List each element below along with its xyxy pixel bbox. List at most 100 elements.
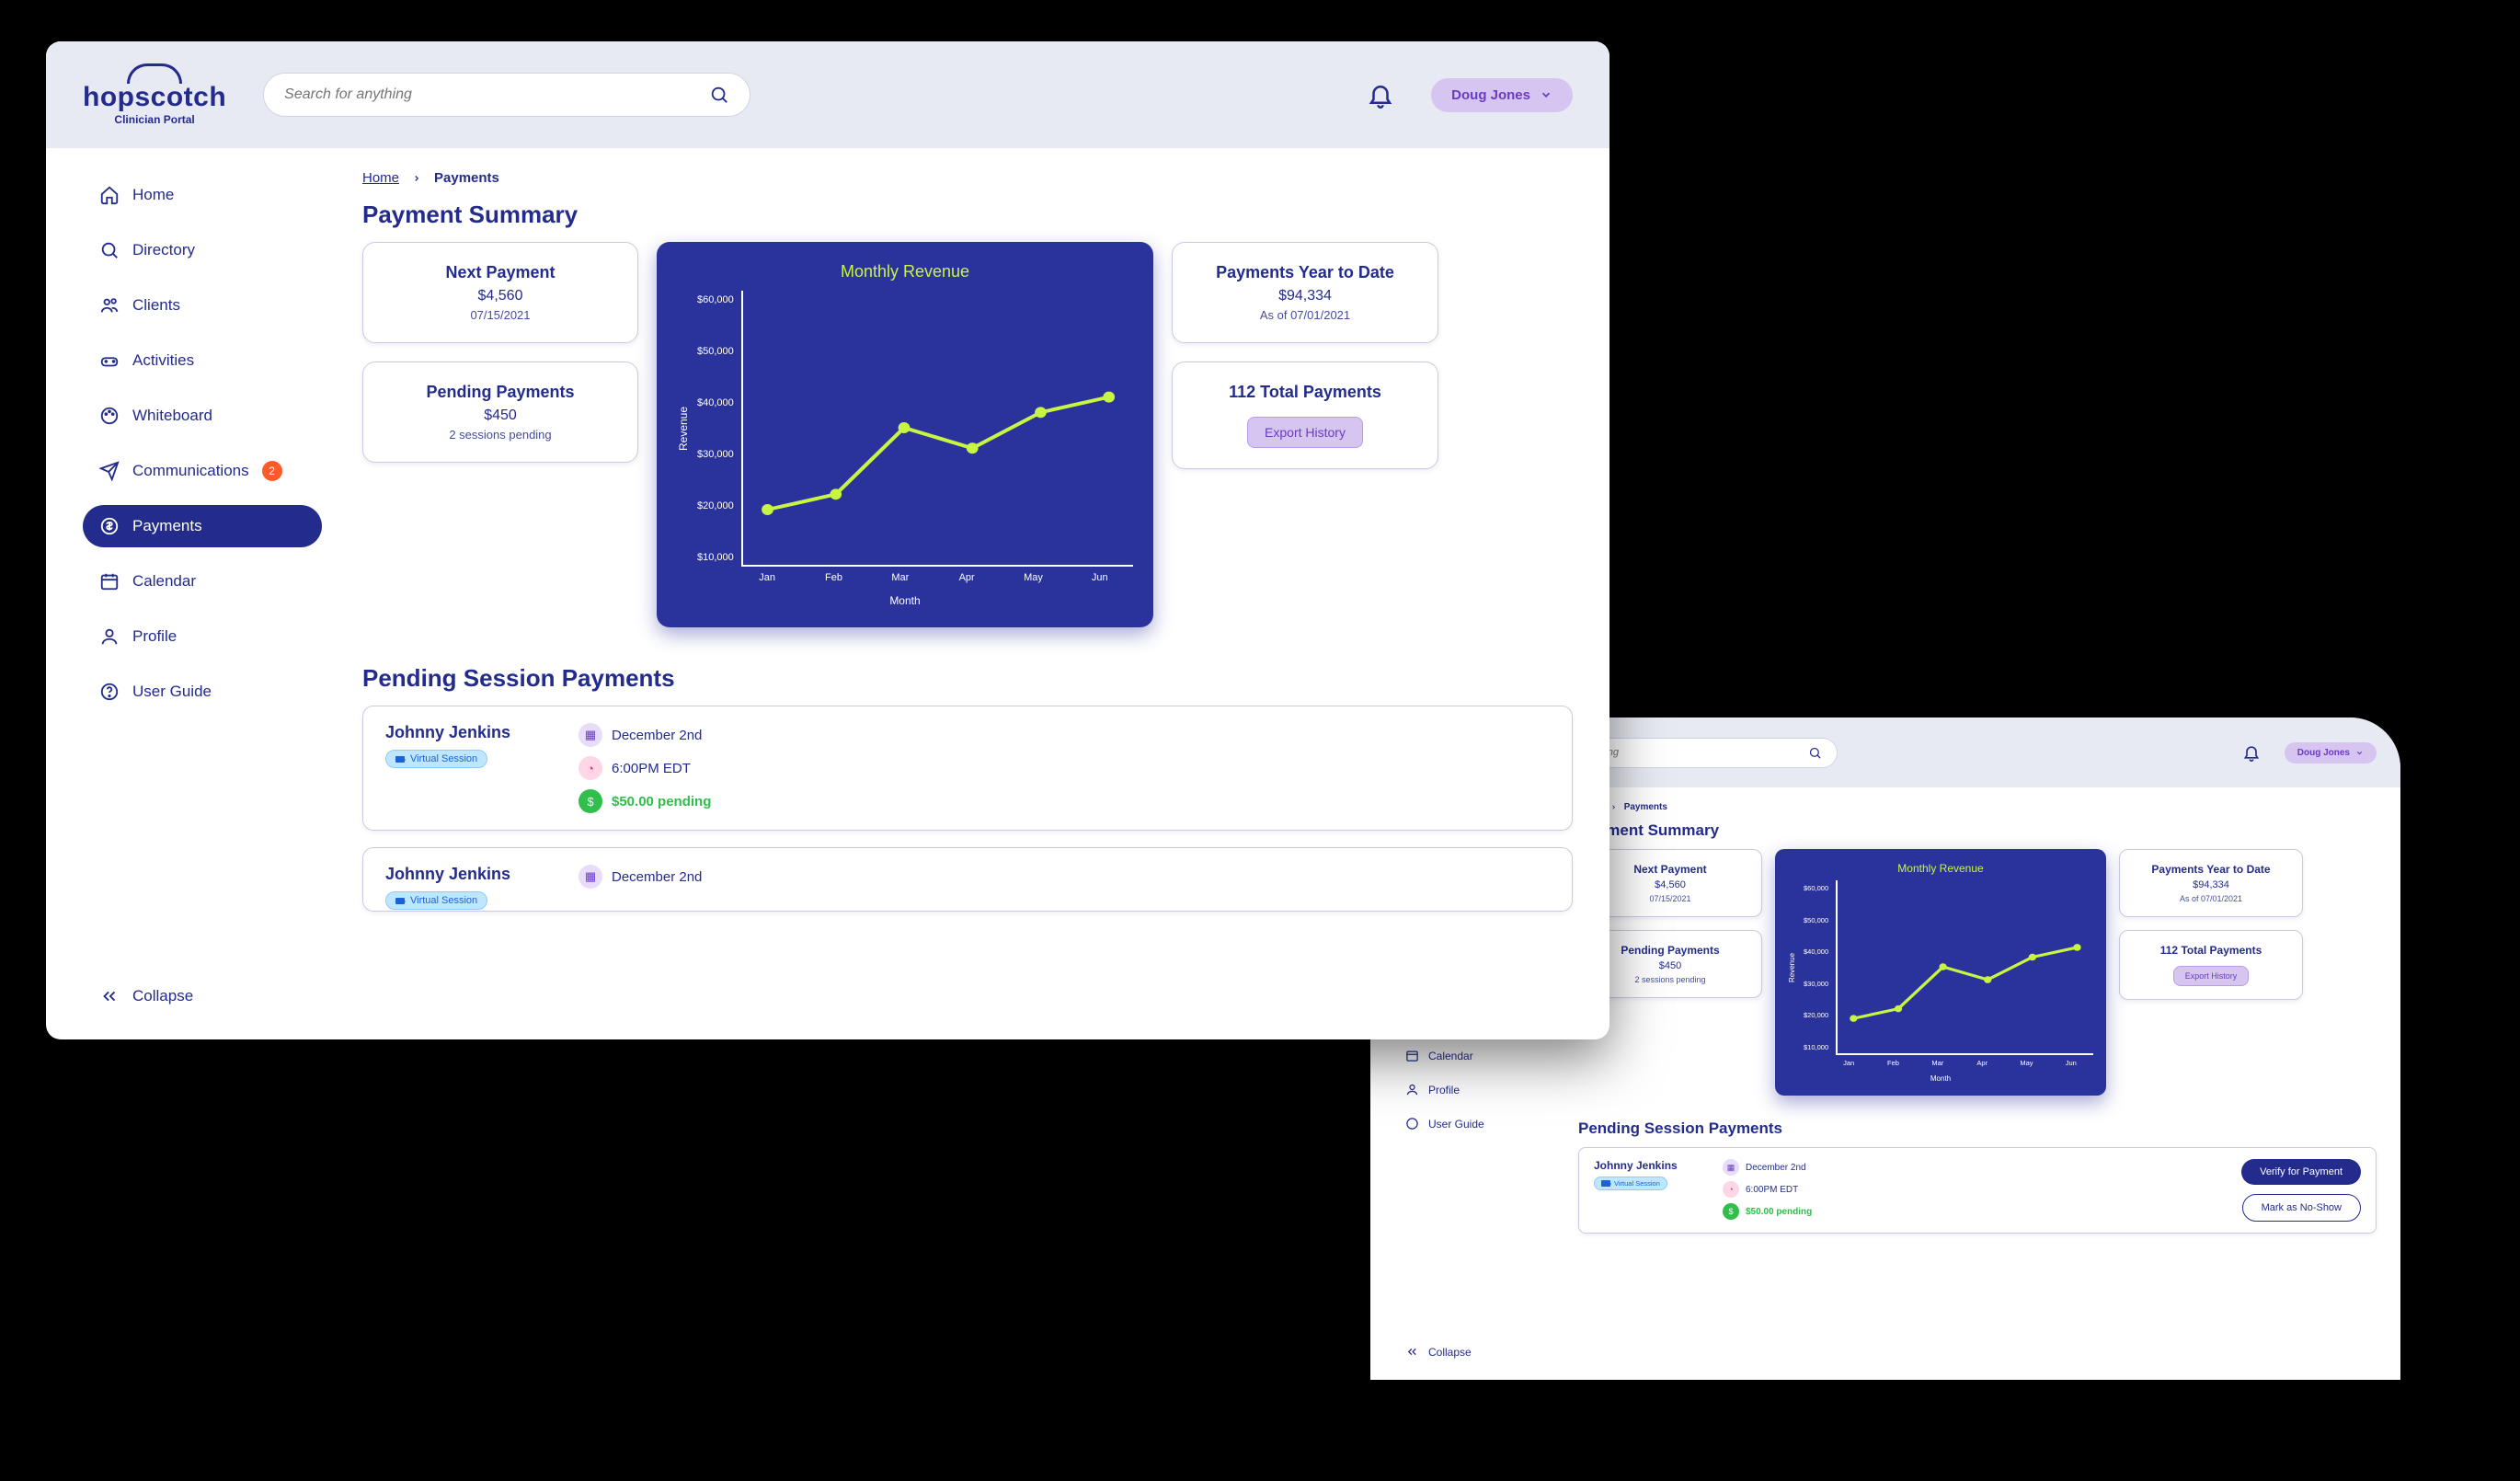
virtual-session-tag: Virtual Session [1594,1177,1667,1190]
collapse-icon [99,986,120,1006]
user-icon [1405,1083,1419,1096]
client-name[interactable]: Johnny Jenkins [385,865,551,884]
export-history-button[interactable]: Export History [1247,417,1363,448]
home-icon [99,185,120,205]
nav-label: Activities [132,351,194,370]
pending-session-card: Johnny Jenkins Virtual Session ▦December… [362,847,1573,912]
client-name[interactable]: Johnny Jenkins [385,723,551,742]
session-date: December 2nd [612,869,702,885]
nav-profile[interactable]: Profile [1394,1076,1552,1103]
mark-no-show-button[interactable]: Mark as No-Show [2242,1194,2361,1222]
calendar-chip-icon: ▦ [578,723,602,747]
session-amount: $50.00 pending [612,794,711,809]
clock-chip-icon: ◔ [1723,1181,1739,1198]
nav-payments[interactable]: Payments [83,505,322,547]
nav-label: Payments [132,517,202,535]
monthly-revenue-chart: Monthly Revenue Revenue $60,000 $50,000 … [657,242,1153,627]
user-name: Doug Jones [2297,748,2350,758]
breadcrumb: Home Payments [1578,802,2377,812]
palette-icon [99,406,120,426]
clock-chip-icon: ◔ [578,756,602,780]
nav-collapse[interactable]: Collapse [1394,1338,1552,1365]
chevron-right-icon [1610,804,1617,810]
pending-heading: Pending Session Payments [362,664,1573,693]
chevron-down-icon [1540,88,1552,101]
search-icon[interactable] [709,85,729,105]
card-title: Pending Payments [382,383,619,402]
nav-collapse[interactable]: Collapse [83,975,322,1017]
brand-subtitle: Clinician Portal [114,113,194,126]
dollar-icon [99,516,120,536]
bell-icon[interactable] [1367,81,1394,109]
verify-payment-button[interactable]: Verify for Payment [2241,1159,2361,1185]
client-name[interactable]: Johnny Jenkins [1594,1159,1704,1172]
gamepad-icon [99,350,120,371]
search-input[interactable] [284,86,709,103]
export-history-button[interactable]: Export History [2173,966,2250,986]
chart-title: Monthly Revenue [677,262,1133,281]
calendar-chip-icon: ▦ [578,865,602,889]
nav-profile[interactable]: Profile [83,615,322,658]
people-icon [99,295,120,316]
payment-summary-heading: Payment Summary [1578,821,2377,840]
card-sub: 07/15/2021 [382,308,619,322]
help-icon [99,682,120,702]
calendar-chip-icon: ▦ [1723,1159,1739,1176]
calendar-icon [1405,1049,1419,1062]
card-next-payment: Next Payment $4,560 07/15/2021 [362,242,638,343]
nav-label: Collapse [132,987,193,1005]
user-menu[interactable]: Doug Jones [1431,78,1573,112]
breadcrumb: Home Payments [362,170,1573,186]
nav-home[interactable]: Home [83,174,322,216]
nav-clients[interactable]: Clients [83,284,322,327]
camera-icon [395,898,405,904]
nav-user-guide[interactable]: User Guide [1394,1110,1552,1137]
nav-label: Calendar [132,572,196,591]
help-icon [1405,1117,1419,1131]
chart-xticks: Jan Feb Mar Apr May Jun [677,572,1133,583]
calendar-icon [99,571,120,591]
nav-directory[interactable]: Directory [83,229,322,271]
send-icon [99,461,120,481]
nav-calendar[interactable]: Calendar [1394,1042,1552,1069]
brand-name: hopscotch [83,82,226,113]
monthly-revenue-chart: Monthly Revenue Revenue $60,000 $50,000 … [1775,849,2106,1096]
camera-icon [1601,1180,1610,1187]
card-title: 112 Total Payments [1191,383,1419,402]
chart-plot [741,291,1133,567]
nav-whiteboard[interactable]: Whiteboard [83,395,322,437]
nav-user-guide[interactable]: User Guide [83,671,322,713]
chart-plot [1836,880,2093,1055]
nav-communications[interactable]: Communications 2 [83,450,322,492]
nav-label: User Guide [132,683,212,701]
card-ytd: Payments Year to Date $94,334 As of 07/0… [2119,849,2303,917]
nav-calendar[interactable]: Calendar [83,560,322,603]
chart-yticks: $60,000 $50,000 $40,000 $30,000 $20,000 … [697,291,734,567]
collapse-icon [1405,1345,1419,1359]
user-menu[interactable]: Doug Jones [2285,742,2377,763]
user-icon [99,626,120,647]
chevron-right-icon [412,174,421,183]
search-icon [99,240,120,260]
card-sub: 2 sessions pending [382,428,619,442]
card-value: $4,560 [382,288,619,304]
search-icon[interactable] [1808,746,1822,760]
breadcrumb-current: Payments [1624,802,1667,812]
money-chip-icon: $ [578,789,602,813]
bell-icon[interactable] [2242,743,2261,762]
nav-label: Home [132,186,174,204]
main-content: Home Payments Payment Summary Next Payme… [340,148,1609,1036]
nav-label: Communications [132,462,249,480]
virtual-session-tag: Virtual Session [385,750,487,768]
chevron-down-icon [2355,749,2364,757]
user-name: Doug Jones [1451,87,1530,103]
breadcrumb-home[interactable]: Home [362,170,399,186]
nav-label: Clients [132,296,180,315]
session-date: December 2nd [612,728,702,743]
search-box[interactable] [263,73,750,117]
card-total-payments: 112 Total Payments Export History [1172,362,1438,469]
logo-arc-icon [127,63,182,84]
nav-label: Directory [132,241,195,259]
nav-activities[interactable]: Activities [83,339,322,382]
logo: hopscotch Clinician Portal [83,63,226,126]
